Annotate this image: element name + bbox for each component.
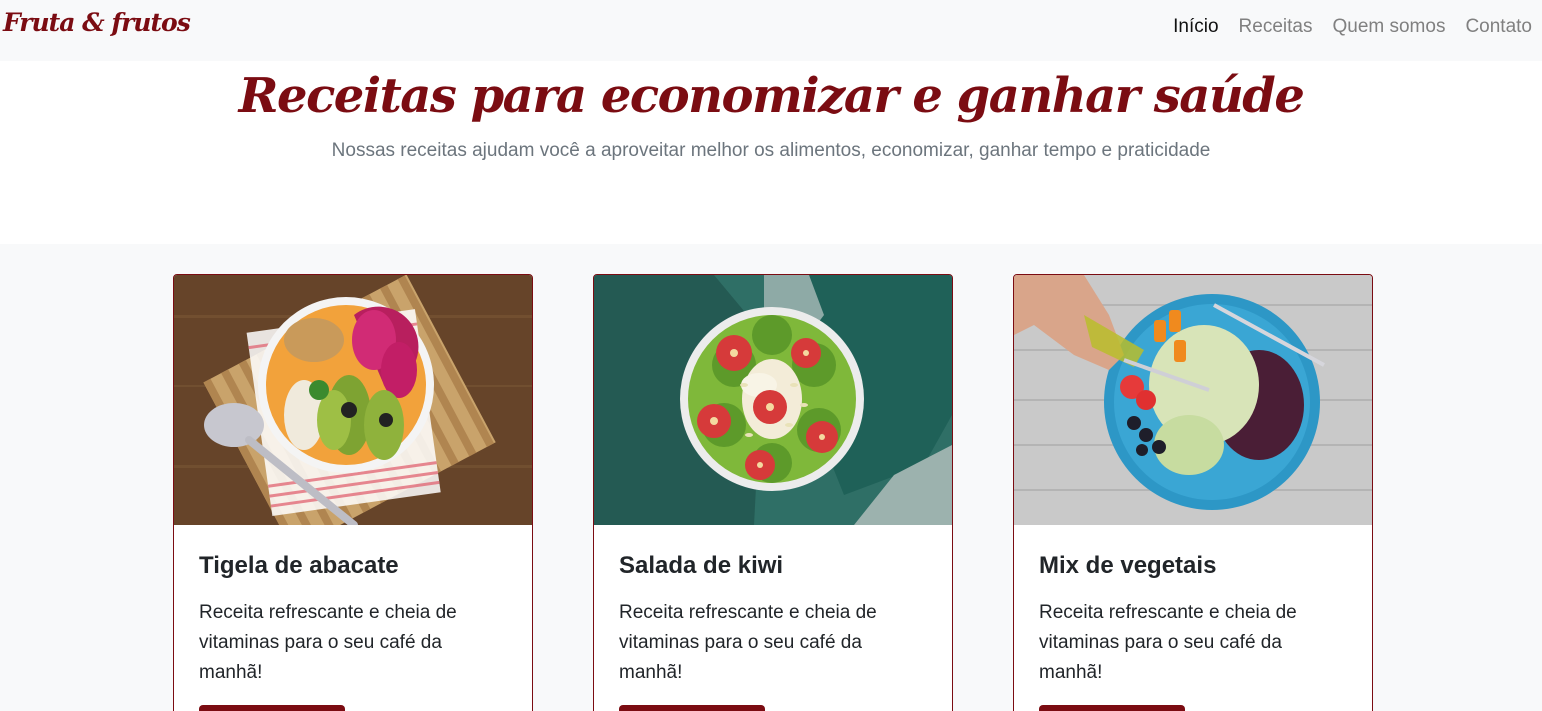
nav-link-inicio[interactable]: Início [1173,16,1218,38]
recipe-card-vegetables: Mix de vegetais Receita refrescante e ch… [1013,274,1373,711]
recipe-card-title: Salada de kiwi [619,552,784,579]
nav-link-contato[interactable]: Contato [1465,16,1532,38]
recipe-card-kiwi: Salada de kiwi Receita refrescante e che… [593,274,953,711]
recipes-section: Tigela de abacate Receita refrescante e … [0,244,1542,711]
recipe-card-text: Receita refrescante e cheia de vitaminas… [619,602,877,683]
hero-subtitle: Nossas receitas ajudam você a aproveitar… [331,140,1211,161]
recipe-card-button[interactable] [1039,705,1185,711]
hero-title: Receitas para economizar e ganhar saúde [238,68,1305,124]
kiwi-bowl-image [594,275,952,525]
brand-logo[interactable]: Fruta & frutos [3,8,191,37]
recipe-card-text: Receita refrescante e cheia de vitaminas… [1039,602,1297,683]
nav-link-receitas[interactable]: Receitas [1239,16,1313,38]
vegetable-plate-image [1014,275,1372,525]
recipe-card-title: Tigela de abacate [199,552,399,579]
recipe-card-button[interactable] [619,705,765,711]
recipe-card-title: Mix de vegetais [1039,552,1217,579]
nav-links: Início Receitas Quem somos Contato [1173,16,1532,38]
hero-section: Receitas para economizar e ganhar saúde … [0,61,1542,244]
avocado-bowl-image [174,275,532,525]
nav-link-quem-somos[interactable]: Quem somos [1332,16,1445,38]
recipe-card-text: Receita refrescante e cheia de vitaminas… [199,602,457,683]
recipe-card-button[interactable] [199,705,345,711]
navbar: Fruta & frutos Início Receitas Quem somo… [0,0,1542,61]
recipe-card-avocado: Tigela de abacate Receita refrescante e … [173,274,533,711]
